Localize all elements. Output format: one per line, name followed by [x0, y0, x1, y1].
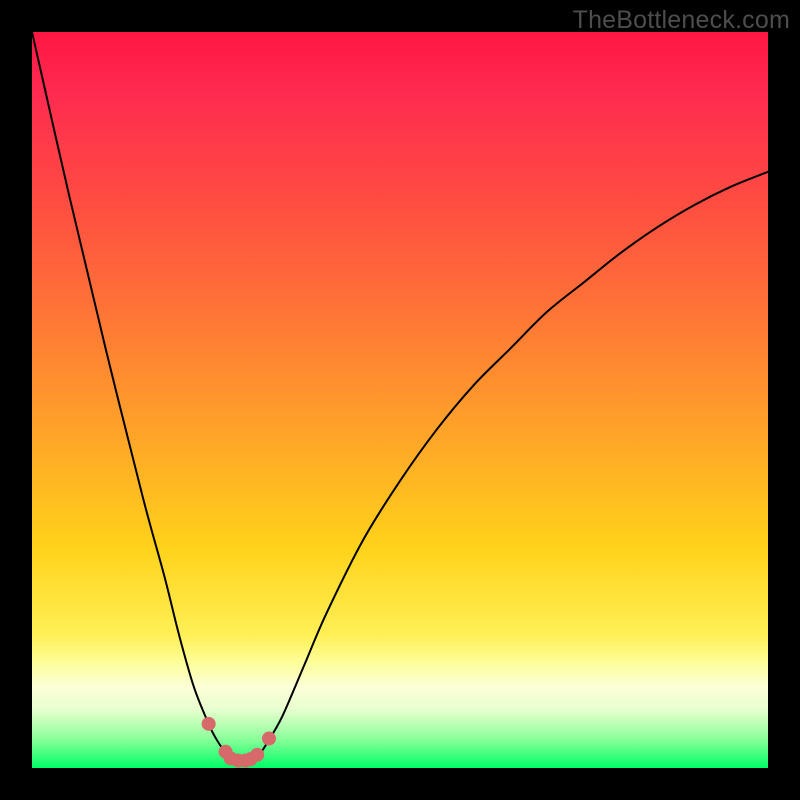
- marker-cluster: [202, 717, 276, 768]
- marker-dot: [250, 748, 264, 762]
- marker-dot: [262, 732, 276, 746]
- marker-dot: [202, 717, 216, 731]
- curve-layer: [32, 32, 768, 768]
- watermark-text: TheBottleneck.com: [573, 6, 790, 35]
- chart-frame: TheBottleneck.com: [0, 0, 800, 800]
- bottleneck-curve: [32, 32, 768, 761]
- plot-area: [32, 32, 768, 768]
